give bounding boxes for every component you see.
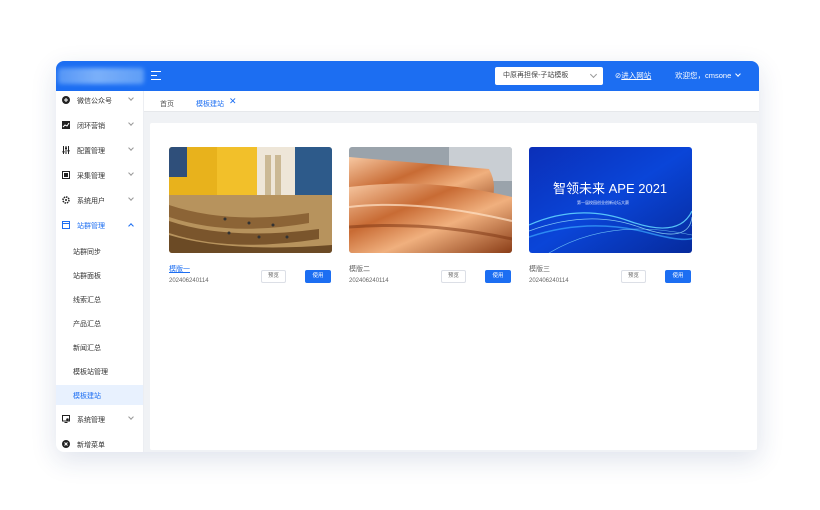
collect-icon: [62, 171, 70, 179]
tab-template-build[interactable]: 模板建站: [196, 99, 224, 109]
chevron-down-icon: [128, 120, 134, 126]
sidebar-subitem-sync[interactable]: 站群同步: [56, 241, 143, 261]
sidebar-item-label: 站群管理: [77, 223, 105, 230]
preview-button[interactable]: 预览: [261, 270, 286, 283]
close-icon[interactable]: ✕: [229, 97, 237, 106]
template-name[interactable]: 模版一: [169, 264, 190, 274]
template-thumbnail-auditorium[interactable]: [169, 147, 332, 253]
chevron-down-icon: [735, 71, 742, 77]
sidebar-subitem-template-build[interactable]: 模板建站: [56, 385, 143, 405]
sidebar-subitem-products[interactable]: 产品汇总: [56, 313, 143, 333]
chevron-down-icon: [128, 414, 134, 420]
tab-bar: 首页 模板建站 ✕: [144, 91, 759, 112]
user-greeting: 欢迎您，cmsone: [675, 71, 732, 80]
sidebar-item-config[interactable]: 配置管理: [56, 141, 144, 161]
enter-site-link[interactable]: ⊘进入网站: [615, 70, 651, 81]
sidebar-item-wechat[interactable]: 微信公众号: [56, 91, 144, 111]
sidebar-item-label: 系统用户: [77, 198, 105, 205]
sidebar-item-sysuser[interactable]: 系统用户: [56, 191, 144, 211]
sidebar-item-label: 模板建站: [73, 393, 101, 400]
sidebar-item-label: 新闻汇总: [73, 345, 101, 352]
template-name[interactable]: 模版二: [349, 264, 370, 274]
sidebar-item-collect[interactable]: 采集管理: [56, 166, 144, 186]
sidebar-item-label: 配置管理: [77, 148, 105, 155]
sidebar-item-label: 线索汇总: [73, 297, 101, 304]
chevron-down-icon: [128, 195, 134, 201]
sidebar-item-label: 产品汇总: [73, 321, 101, 328]
sidebar-subitem-panel[interactable]: 站群面板: [56, 265, 143, 285]
plus-circle-icon: [62, 96, 70, 104]
monitor-gear-icon: [62, 415, 70, 423]
sidebar-subitem-leads[interactable]: 线索汇总: [56, 289, 143, 309]
chart-icon: [62, 121, 70, 129]
site-select[interactable]: 中原再担保-子站模板: [495, 67, 603, 85]
window-icon: [62, 221, 70, 229]
sidebar-item-label: 闭环营销: [77, 123, 105, 130]
banner-title: 智领未来 APE 2021: [553, 181, 667, 196]
preview-button[interactable]: 预览: [621, 270, 646, 283]
sidebar-item-label: 系统管理: [77, 417, 105, 424]
use-button[interactable]: 使用: [665, 270, 691, 283]
sidebar-subitem-news[interactable]: 新闻汇总: [56, 337, 143, 357]
site-select-value: 中原再担保-子站模板: [503, 72, 569, 79]
chevron-down-icon: [589, 70, 598, 79]
sidebar-item-label: 站群面板: [73, 273, 101, 280]
sidebar-item-label: 站群同步: [73, 249, 101, 256]
preview-button[interactable]: 预览: [441, 270, 466, 283]
chevron-down-icon: [128, 170, 134, 176]
sidebar-subitem-template-manage[interactable]: 模板站管理: [56, 361, 143, 381]
sidebar-item-label: 微信公众号: [77, 98, 112, 105]
user-menu[interactable]: 欢迎您，cmsone: [675, 70, 742, 81]
template-thumbnail-tech-banner[interactable]: 智领未来 APE 2021 第一届校园创业创新论坛大赛: [529, 147, 692, 253]
chevron-down-icon: [128, 145, 134, 151]
sidebar-item-newmenu[interactable]: 新增菜单: [56, 435, 144, 452]
banner-subtitle: 第一届校园创业创新论坛大赛: [577, 199, 629, 205]
top-bar: 中原再担保-子站模板 ⊘进入网站 欢迎您，cmsone: [56, 61, 759, 91]
main-content: 模版一 202406240114 预览 使用 模版二 202406240114 …: [150, 123, 757, 450]
logo: [58, 68, 144, 84]
template-date: 202406240114: [169, 278, 209, 284]
sidebar-item-label: 新增菜单: [77, 442, 105, 449]
sidebar-item-label: 模板站管理: [73, 369, 108, 376]
x-circle-icon: [62, 440, 70, 448]
sliders-icon: [62, 146, 70, 154]
sidebar-item-label: 采集管理: [77, 173, 105, 180]
template-date: 202406240114: [529, 278, 569, 284]
chevron-down-icon: [128, 95, 134, 101]
enter-site-label: 进入网站: [621, 71, 652, 80]
use-button[interactable]: 使用: [305, 270, 331, 283]
sidebar: 微信公众号 闭环营销 配置管理 采集管理 系统用户 站群管理 站群同步 站群面板…: [56, 91, 144, 452]
sidebar-item-marketing[interactable]: 闭环营销: [56, 116, 144, 136]
template-date: 202406240114: [349, 278, 389, 284]
app-window: 中原再担保-子站模板 ⊘进入网站 欢迎您，cmsone 微信公众号 闭环营销 配…: [56, 61, 759, 452]
sidebar-item-sitegroup[interactable]: 站群管理: [56, 216, 144, 236]
gear-icon: [62, 196, 70, 204]
tab-home[interactable]: 首页: [160, 99, 174, 109]
sidebar-item-system[interactable]: 系统管理: [56, 410, 144, 430]
chevron-up-icon: [128, 223, 134, 229]
template-name[interactable]: 模版三: [529, 264, 550, 274]
template-thumbnail-copper[interactable]: [349, 147, 512, 253]
use-button[interactable]: 使用: [485, 270, 511, 283]
menu-toggle-icon[interactable]: [151, 71, 161, 81]
